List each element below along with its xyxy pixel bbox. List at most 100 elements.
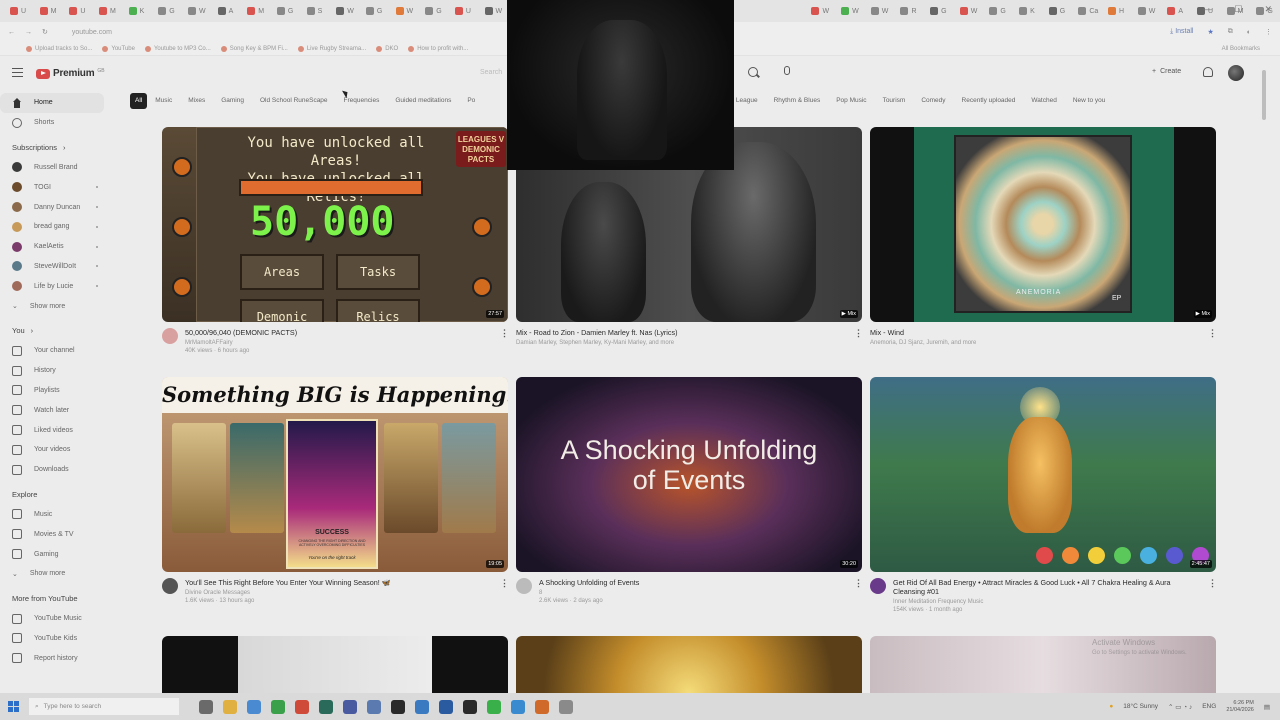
browser-tab[interactable]: U bbox=[65, 2, 93, 20]
browser-tab[interactable]: W bbox=[1134, 2, 1162, 20]
chip-all[interactable]: All bbox=[130, 93, 148, 109]
channel-avatar[interactable] bbox=[870, 578, 886, 594]
forward-icon[interactable]: → bbox=[25, 29, 32, 36]
subscriptions-header[interactable]: Subscriptions › bbox=[0, 138, 120, 158]
video-thumbnail[interactable]: You have unlocked all Areas!You have unl… bbox=[162, 127, 508, 322]
browser-tab[interactable]: K bbox=[1015, 2, 1043, 20]
browser-tab[interactable]: W bbox=[837, 2, 865, 20]
chip-watched[interactable]: Watched bbox=[1023, 93, 1064, 109]
browser-tab[interactable]: W bbox=[956, 2, 984, 20]
taskbar-app-icon[interactable] bbox=[391, 699, 405, 714]
sidebar-item-subscription[interactable]: TOGI bbox=[0, 177, 120, 197]
maximize-icon[interactable]: ☐ bbox=[1234, 4, 1242, 15]
browser-tab[interactable]: W bbox=[392, 2, 420, 20]
browser-tab[interactable]: S bbox=[303, 2, 331, 20]
video-title[interactable]: A Shocking Unfolding of Events bbox=[539, 578, 639, 587]
browser-tab[interactable]: M bbox=[95, 2, 123, 20]
browser-tab[interactable]: G bbox=[154, 2, 182, 20]
browser-tab[interactable]: H bbox=[1104, 2, 1132, 20]
more-options-icon[interactable]: ⋮ bbox=[1208, 328, 1217, 339]
sidebar-item-shorts[interactable]: Shorts bbox=[0, 113, 120, 133]
channel-avatar[interactable] bbox=[516, 578, 532, 594]
more-options-icon[interactable]: ⋮ bbox=[854, 328, 863, 339]
browser-tab[interactable]: W bbox=[867, 2, 895, 20]
channel-avatar[interactable] bbox=[162, 328, 178, 344]
taskbar-app-icon[interactable] bbox=[439, 699, 453, 714]
weather-icon[interactable]: ● bbox=[1109, 703, 1113, 710]
more-options-icon[interactable]: ⋮ bbox=[854, 578, 863, 589]
chip-new-to-you[interactable]: New to you bbox=[1065, 93, 1114, 109]
video-title[interactable]: 50,000/96,040 (DEMONIC PACTS) bbox=[185, 328, 297, 337]
taskbar-app-icon[interactable] bbox=[223, 699, 237, 714]
sidebar-item-subscription[interactable]: SteveWillDoIt bbox=[0, 257, 120, 277]
video-thumbnail[interactable]: A Shocking Unfolding of Events 30:20 bbox=[516, 377, 862, 572]
chip-pop-music[interactable]: Pop Music bbox=[828, 93, 874, 109]
chip-guided-meditations[interactable]: Guided meditations bbox=[387, 93, 459, 109]
sidebar-item-watch-later[interactable]: Watch later bbox=[0, 400, 120, 420]
browser-tab[interactable]: G bbox=[985, 2, 1013, 20]
browser-tab[interactable]: U bbox=[6, 2, 34, 20]
browser-tab[interactable]: Ca bbox=[1074, 2, 1102, 20]
close-icon[interactable]: ✕ bbox=[1264, 4, 1272, 15]
browser-tab[interactable]: W bbox=[481, 2, 509, 20]
chip-po[interactable]: Po bbox=[459, 93, 483, 109]
notifications-bell-icon[interactable] bbox=[1203, 67, 1213, 77]
browser-tab[interactable]: G bbox=[926, 2, 954, 20]
browser-tab[interactable]: U bbox=[451, 2, 479, 20]
browser-tab[interactable]: K bbox=[125, 2, 153, 20]
browser-tab[interactable]: W bbox=[184, 2, 212, 20]
taskbar-app-icon[interactable] bbox=[319, 699, 333, 714]
browser-tab[interactable]: G bbox=[362, 2, 390, 20]
bookmark-item[interactable]: Song Key & BPM Fi... bbox=[220, 45, 288, 52]
video-thumbnail[interactable]: 2:45:47 bbox=[870, 377, 1216, 572]
video-thumbnail[interactable]: ANEMORIA EP ▶ Mix bbox=[870, 127, 1216, 322]
video-title[interactable]: Mix - Wind bbox=[870, 328, 976, 337]
account-avatar[interactable] bbox=[1228, 65, 1244, 81]
chip-gaming[interactable]: Gaming bbox=[213, 93, 252, 109]
show-more-button[interactable]: ⌄ Show more bbox=[0, 564, 120, 584]
browser-tab[interactable]: M bbox=[243, 2, 271, 20]
chip-old-school-runescape[interactable]: Old School RuneScape bbox=[252, 93, 336, 109]
taskbar-app-icon[interactable] bbox=[559, 699, 573, 714]
minimize-icon[interactable]: — bbox=[1203, 4, 1212, 15]
browser-tab[interactable]: W bbox=[332, 2, 360, 20]
weather-text[interactable]: 18°C Sunny bbox=[1123, 703, 1158, 710]
chip-frequencies[interactable]: Frequencies bbox=[336, 93, 388, 109]
chip-recently-uploaded[interactable]: Recently uploaded bbox=[954, 93, 1024, 109]
channel-name[interactable]: Divine Oracle Messages bbox=[185, 590, 391, 596]
tray-icons[interactable]: ⌃ ▭ ◔ ♪ bbox=[1168, 703, 1192, 711]
browser-tab[interactable]: A bbox=[214, 2, 242, 20]
channel-name[interactable]: Inner Meditation Frequency Music bbox=[893, 599, 1171, 605]
sidebar-item-youtube-kids[interactable]: YouTube Kids bbox=[0, 629, 120, 649]
language[interactable]: ENG bbox=[1202, 703, 1216, 710]
taskbar-app-icon[interactable] bbox=[511, 699, 525, 714]
menu-kebab-icon[interactable]: ⋮ bbox=[1265, 28, 1272, 36]
windows-start-icon[interactable] bbox=[8, 701, 19, 712]
sidebar-item-home[interactable]: Home bbox=[0, 93, 104, 113]
channel-name[interactable]: Damian Marley, Stephen Marley, Ky-Mani M… bbox=[516, 340, 678, 346]
video-title[interactable]: Get Rid Of All Bad Energy • Attract Mira… bbox=[893, 578, 1171, 587]
browser-tab[interactable]: G bbox=[273, 2, 301, 20]
page-scrollbar[interactable] bbox=[1262, 70, 1266, 120]
taskbar-app-icon[interactable] bbox=[535, 699, 549, 714]
channel-name[interactable]: MrMamoltAFFairy bbox=[185, 340, 297, 346]
notifications-icon[interactable]: ▤ bbox=[1264, 703, 1270, 711]
chip-mixes[interactable]: Mixes bbox=[180, 93, 213, 109]
bookmark-item[interactable]: Youtube to MP3 Co... bbox=[144, 45, 211, 52]
browser-tab[interactable]: M bbox=[36, 2, 64, 20]
video-title-line2[interactable]: Cleansing #01 bbox=[893, 587, 1171, 596]
video-thumbnail[interactable] bbox=[162, 636, 508, 693]
more-options-icon[interactable]: ⋮ bbox=[1208, 578, 1217, 589]
you-header[interactable]: You › bbox=[0, 321, 120, 341]
sidebar-item-youtube-music[interactable]: YouTube Music bbox=[0, 609, 120, 629]
browser-tab[interactable]: W bbox=[807, 2, 835, 20]
taskbar-app-icon[interactable] bbox=[415, 699, 429, 714]
video-title[interactable]: Mix - Road to Zion - Damien Marley ft. N… bbox=[516, 328, 678, 337]
sidebar-item-liked-videos[interactable]: Liked videos bbox=[0, 420, 120, 440]
show-more-button[interactable]: ⌄ Show more bbox=[0, 296, 120, 316]
taskbar-app-icon[interactable] bbox=[199, 699, 213, 714]
chip-music[interactable]: Music bbox=[147, 93, 180, 109]
taskbar-app-icon[interactable] bbox=[367, 699, 381, 714]
taskbar-app-icon[interactable] bbox=[487, 699, 501, 714]
search-icon[interactable] bbox=[748, 67, 758, 77]
